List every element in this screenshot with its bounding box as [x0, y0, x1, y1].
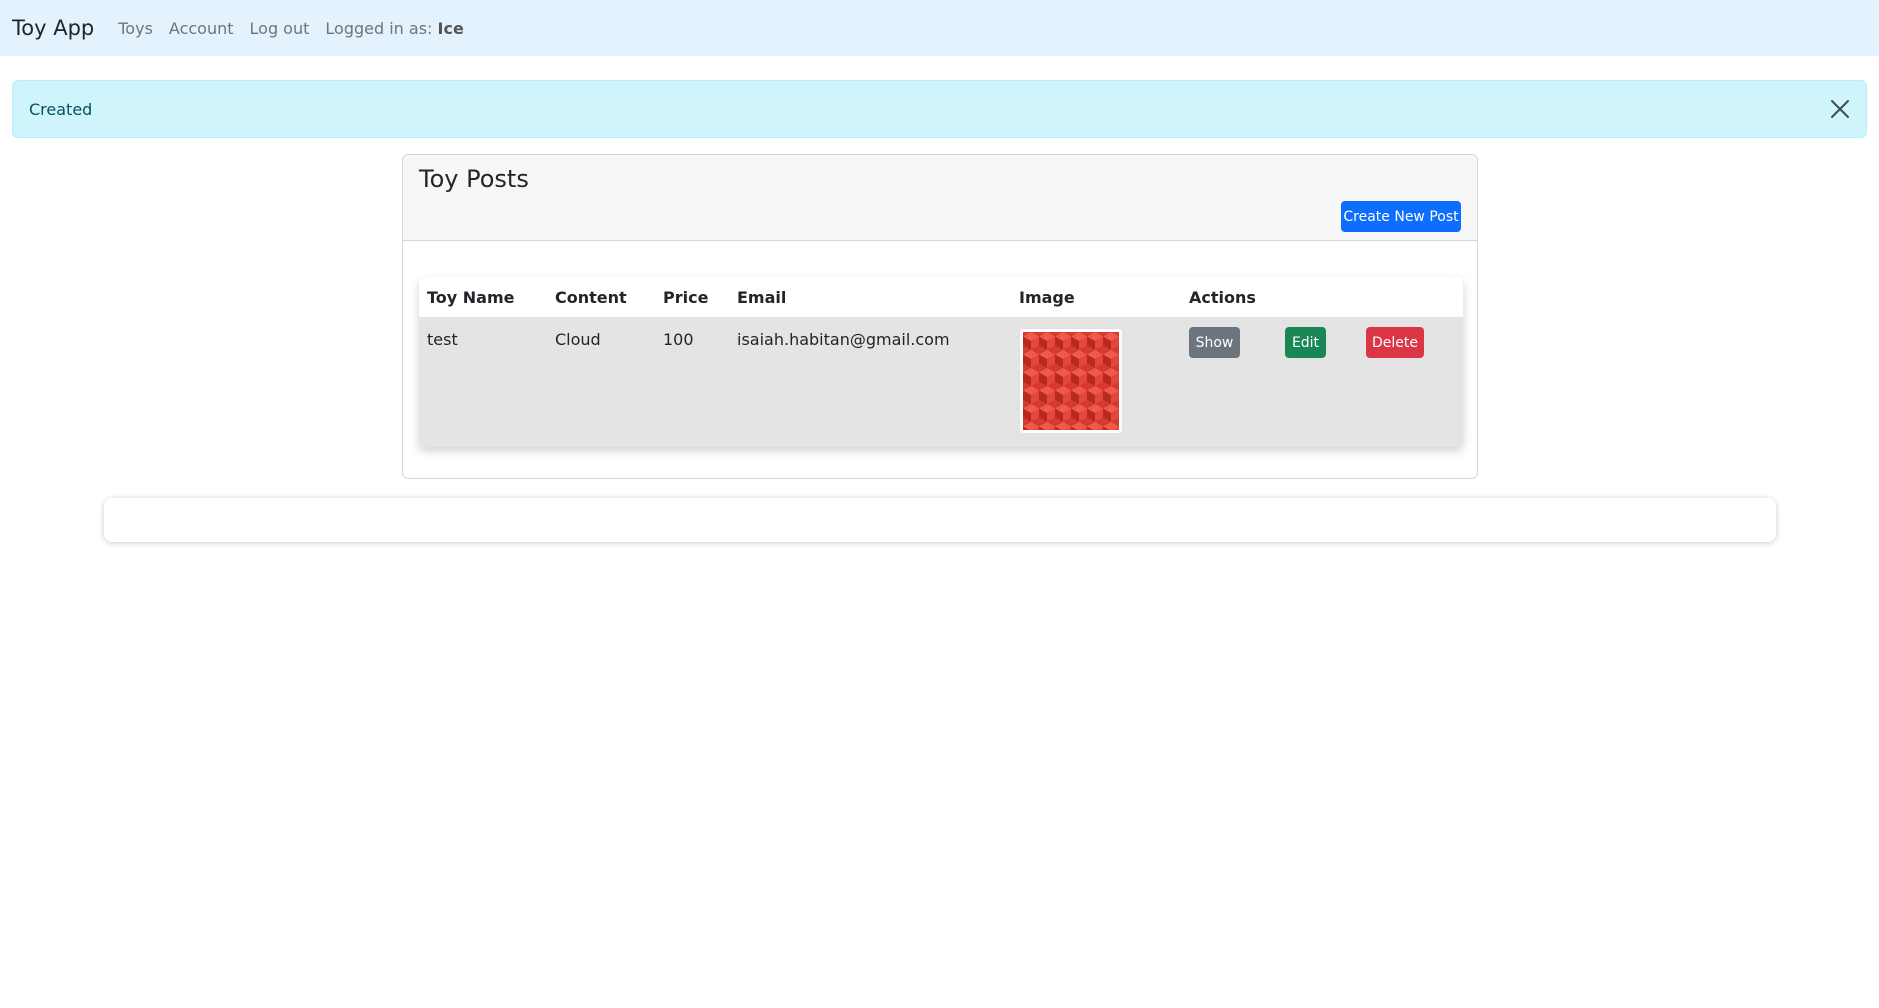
logged-in-username: Ice [437, 18, 464, 38]
footer-card [104, 498, 1776, 542]
card-header: Toy Posts Create New Post [403, 155, 1477, 241]
nav-link-logout[interactable]: Log out [250, 19, 310, 38]
nav-link-toys[interactable]: Toys [118, 19, 153, 38]
brand-link[interactable]: Toy App [12, 16, 94, 40]
create-new-post-button[interactable]: Create New Post [1341, 201, 1461, 232]
logged-in-prefix: Logged in as: [325, 18, 433, 38]
nav-link-account[interactable]: Account [169, 19, 234, 38]
table-header: Toy Name Content Price Email Image Actio… [419, 277, 1463, 318]
delete-button[interactable]: Delete [1366, 327, 1424, 358]
navbar: Toy App Toys Account Log out Logged in a… [0, 0, 1879, 56]
page-title: Toy Posts [419, 165, 529, 193]
alert-message: Created [29, 99, 93, 119]
table-row: test Cloud 100 isaiah.habitan@gmail.com [419, 318, 1463, 447]
close-icon-svg [1831, 100, 1849, 118]
column-header-price: Price [663, 288, 709, 307]
column-header-email: Email [737, 288, 787, 307]
posts-table: Toy Name Content Price Email Image Actio… [419, 277, 1463, 447]
edit-button[interactable]: Edit [1285, 327, 1326, 358]
column-header-image: Image [1019, 288, 1075, 307]
show-button[interactable]: Show [1189, 327, 1240, 358]
red-cube-pattern-image [1023, 332, 1119, 430]
cell-toy-name: test [427, 330, 458, 349]
column-header-toy-name: Toy Name [427, 288, 515, 307]
cell-email: isaiah.habitan@gmail.com [737, 330, 950, 349]
close-icon[interactable] [1828, 97, 1852, 121]
alert-created: Created [12, 80, 1867, 138]
cell-content: Cloud [555, 330, 601, 349]
toy-image-thumbnail [1019, 328, 1123, 434]
column-header-content: Content [555, 288, 627, 307]
toy-posts-card: Toy Posts Create New Post Toy Name Conte… [402, 154, 1478, 479]
logged-in-status: Logged in as: Ice [325, 19, 463, 38]
cell-price: 100 [663, 330, 694, 349]
column-header-actions: Actions [1189, 288, 1256, 307]
